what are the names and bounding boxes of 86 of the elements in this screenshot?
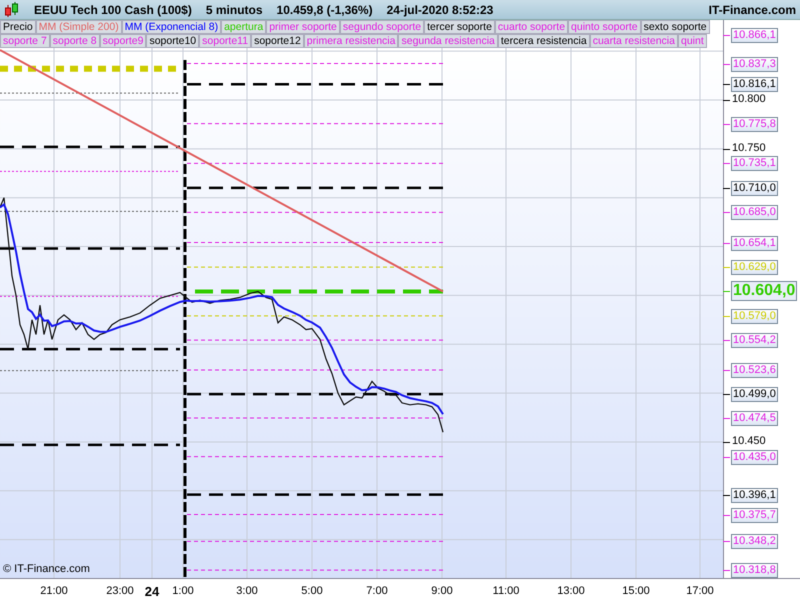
- tick-mark: [723, 148, 730, 150]
- price-level-label: 10.523,6: [731, 363, 778, 378]
- interval: 5 minutos: [206, 2, 263, 18]
- tick-mark: [723, 418, 730, 419]
- legend-item[interactable]: soporte9: [100, 34, 146, 48]
- price-level-label: 10.474,5: [731, 411, 778, 426]
- legend-item[interactable]: tercer soporte: [424, 20, 495, 34]
- tick-mark: [723, 84, 730, 86]
- time-label: 17:00: [686, 584, 714, 599]
- price-level-label: 10.837,3: [731, 56, 778, 72]
- tick-mark: [723, 212, 730, 214]
- tick-mark: [723, 64, 730, 65]
- price-level-label: 10.375,7: [731, 508, 778, 523]
- legend-item[interactable]: soporte11: [199, 34, 252, 48]
- timestamp: 24-jul-2020 8:52:23: [386, 2, 494, 18]
- copyright: © IT-Finance.com: [3, 562, 90, 576]
- tick-mark: [723, 316, 730, 317]
- tick-mark: [723, 442, 730, 443]
- tick-mark: [723, 494, 730, 496]
- tick-mark: [723, 370, 730, 372]
- tick-mark: [723, 188, 730, 189]
- legend-item[interactable]: MM (Simple 200): [36, 20, 122, 34]
- price-level-label: 10.499,0: [731, 387, 778, 402]
- time-label: 5:00: [301, 584, 323, 599]
- tick-mark: [723, 100, 730, 101]
- price-tick-label: 10.800: [732, 93, 766, 106]
- legend-item[interactable]: soporte12: [251, 34, 304, 48]
- price-level-label: 10.866,1: [731, 28, 778, 44]
- legend-item[interactable]: soporte 8: [50, 34, 100, 48]
- price-level-label: 10.775,8: [731, 116, 778, 132]
- legend-item[interactable]: cuarta resistencia: [590, 34, 678, 48]
- legend-item[interactable]: sexto soporte: [640, 20, 710, 34]
- tick-mark: [723, 394, 730, 396]
- time-label: 3:00: [236, 584, 258, 599]
- price-level-label: 10.435,0: [731, 450, 778, 465]
- time-label: 11:00: [492, 584, 520, 599]
- price-level-label: 10.710,0: [731, 180, 778, 196]
- price-level-label: 10.629,0: [731, 260, 778, 276]
- day-label: 24: [144, 583, 160, 600]
- price-level-label: 10.816,1: [731, 77, 778, 92]
- legend-item[interactable]: quint: [678, 34, 707, 48]
- price-tick-label: 10.450: [732, 434, 766, 448]
- tick-mark: [723, 514, 730, 516]
- tick-mark: [723, 163, 730, 164]
- legend-item[interactable]: segundo soporte: [340, 20, 424, 34]
- legend-item[interactable]: soporte 7: [0, 34, 50, 48]
- tick-mark: [723, 267, 730, 268]
- legend-item[interactable]: Precio: [0, 20, 36, 34]
- price-level-label: 10.396,1: [731, 488, 778, 503]
- time-label: 23:00: [106, 584, 134, 599]
- legend-item[interactable]: apertura: [221, 20, 266, 34]
- price-level-label: 10.735,1: [731, 156, 778, 172]
- current-price-label: 10.604,0: [731, 281, 798, 302]
- legend-item[interactable]: MM (Exponencial 8): [122, 20, 222, 34]
- price-level-label: 10.654,1: [731, 236, 778, 251]
- time-label: 21:00: [40, 584, 68, 599]
- tick-mark: [723, 456, 730, 458]
- tick-mark: [723, 35, 730, 36]
- quote: 10.459,8 (-1,36%): [276, 2, 373, 18]
- time-label: 15:00: [622, 584, 650, 599]
- time-label: 13:00: [557, 584, 585, 599]
- tick-mark: [723, 570, 730, 572]
- price-level-label: 10.318,8: [731, 563, 778, 578]
- legend-item[interactable]: segunda resistencia: [398, 34, 498, 48]
- tick-mark: [723, 291, 730, 292]
- candlestick-icon: [4, 2, 20, 18]
- legend-item[interactable]: cuarto soporte: [494, 20, 568, 34]
- price-tick-label: 10.750: [732, 142, 766, 155]
- instrument-name: EEUU Tech 100 Cash (100$): [34, 2, 192, 18]
- tick-mark: [723, 124, 730, 125]
- price-level-label: 10.685,0: [731, 205, 778, 220]
- legend-item[interactable]: quinto soporte: [568, 20, 641, 34]
- price-level-label: 10.554,2: [731, 333, 778, 348]
- legend-item[interactable]: primera resistencia: [304, 34, 398, 48]
- tick-mark: [723, 242, 730, 244]
- legend-item[interactable]: tercera resistencia: [498, 34, 590, 48]
- price-level-label: 10.348,2: [731, 534, 778, 550]
- legend-item[interactable]: soporte10: [146, 34, 200, 48]
- time-label: 9:00: [431, 584, 453, 599]
- site-name: IT-Finance.com: [708, 2, 796, 18]
- time-label: 1:00: [172, 584, 194, 599]
- time-label: 7:00: [366, 584, 388, 599]
- tick-mark: [723, 340, 730, 342]
- price-level-label: 10.579,0: [731, 308, 778, 324]
- legend-item[interactable]: primer soporte: [266, 20, 340, 34]
- tick-mark: [723, 541, 730, 542]
